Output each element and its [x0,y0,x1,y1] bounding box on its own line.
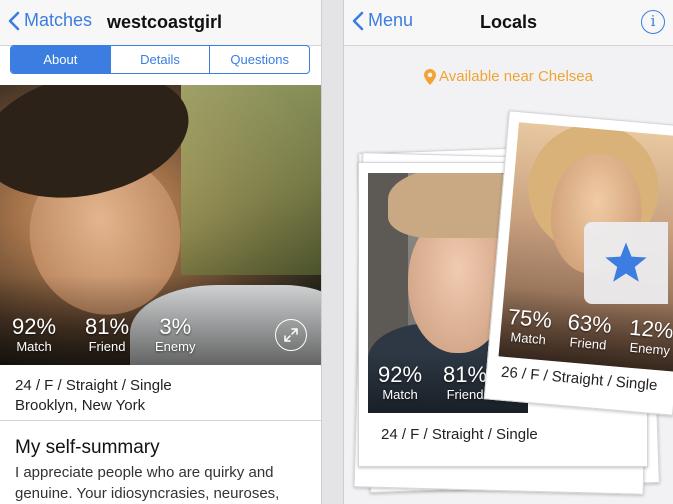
profile-photo[interactable]: 92% Match 81% Friend 3% Enemy [0,85,321,365]
friend-label: Friend [88,339,126,354]
enemy-label: Enemy [155,339,196,354]
favorite-button[interactable] [584,222,668,304]
enemy-stat: 12% Enemy [627,315,673,360]
back-to-matches-button[interactable]: Matches [8,10,92,31]
star-icon [605,242,647,282]
enemy-percent: 3% [159,314,192,339]
match-stat: 92% Match [378,363,422,403]
match-label: Match [16,339,52,354]
location-label: Available near Chelsea [439,68,593,85]
locals-title: Locals [479,12,538,32]
friend-stat: 63% Friend [565,309,613,354]
expand-photo-button[interactable] [275,319,307,351]
friend-label: Friend [446,387,484,402]
profile-username: westcoastgirl [107,12,223,32]
chevron-left-icon [8,11,20,30]
local-profile-basics: 24 / F / Straight / Single [381,426,538,443]
expand-icon [284,328,298,342]
friend-stat: 81% Friend [443,363,487,403]
location-pin-icon [424,68,436,85]
match-percent: 92% [378,362,423,387]
profile-nav-bar: Matches westcoastgirl [0,0,321,46]
tab-about[interactable]: About [11,46,111,73]
match-percent: 92% [12,314,57,339]
locals-nav-bar: Menu Locals i [344,0,673,46]
friend-percent: 81% [443,362,488,387]
section-title: My self-summary [15,437,160,458]
match-stat: 75% Match [506,304,553,349]
profile-location: Brooklyn, New York [15,397,146,414]
match-label: Match [382,387,418,402]
back-label: Matches [24,10,93,30]
locals-screen: Menu Locals i Available near Chelsea 92%… [344,0,673,504]
divider [0,420,321,421]
match-stats: 92% Match 81% Friend 3% Enemy [0,305,321,355]
match-stat: 92% Match [12,315,56,355]
profile-screen: Matches westcoastgirl About Details Ques… [0,0,321,504]
self-summary-text: I appreciate people who are quirky and g… [15,464,280,502]
profile-basics: 24 / F / Straight / Single [15,377,172,394]
tab-questions[interactable]: Questions [210,46,309,73]
profile-tabs: About Details Questions [10,45,310,74]
friend-percent: 81% [85,314,130,339]
friend-stat: 81% Friend [85,315,129,355]
enemy-stat: 3% Enemy [155,315,195,355]
screen-divider [321,0,344,504]
tab-details[interactable]: Details [111,46,211,73]
info-icon[interactable]: i [641,10,665,34]
location-indicator: Available near Chelsea [344,68,673,85]
